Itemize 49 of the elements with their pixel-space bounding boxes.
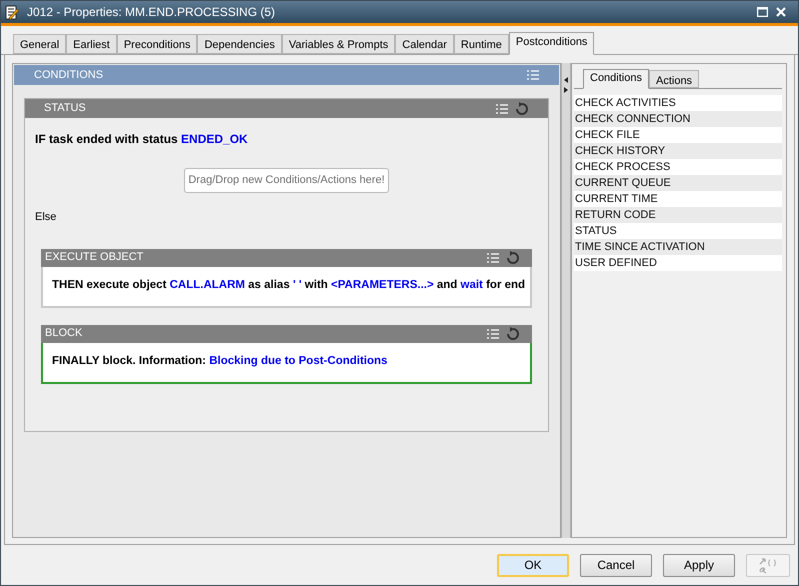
list-item[interactable]: RETURN CODE: [574, 207, 782, 223]
tab[interactable]: General: [13, 34, 66, 54]
list-item[interactable]: CHECK ACTIVITIES: [574, 95, 782, 111]
dialog-button[interactable]: Apply: [663, 554, 735, 576]
list-item[interactable]: CHECK PROCESS: [574, 159, 782, 175]
action-block[interactable]: BLOCK FINALLY block. Information: Blocking due to Post-Conditions: [41, 324, 532, 384]
list-item[interactable]: CHECK CONNECTION: [574, 111, 782, 127]
window-title: J012 - Properties: MM.END.PROCESSING (5): [27, 4, 276, 21]
list-icon[interactable]: [527, 70, 539, 80]
block-title: STATUS: [44, 101, 86, 116]
list-icon[interactable]: [496, 104, 508, 114]
maximize-icon[interactable]: [757, 7, 768, 17]
block-title: EXECUTE OBJECT: [44, 250, 144, 266]
refresh-icon[interactable]: [506, 250, 520, 264]
tab[interactable]: Earliest: [66, 34, 117, 54]
action-sentence: THEN execute object CALL.ALARM as alias ' ' with <PARAMETERS...> and wait for end: [51, 278, 526, 294]
list-icon[interactable]: [487, 328, 499, 338]
tab[interactable]: Actions: [648, 70, 700, 88]
list-item[interactable]: CURRENT QUEUE: [574, 175, 782, 191]
tab[interactable]: Runtime: [454, 34, 509, 54]
drop-zone[interactable]: Drag/Drop new Conditions/Actions here!: [184, 168, 389, 193]
tab[interactable]: Variables & Prompts: [282, 34, 396, 54]
tab[interactable]: Preconditions: [116, 34, 198, 54]
action-sentence: FINALLY block. Information: Blocking due to Post-Conditions: [51, 354, 388, 370]
block-title: BLOCK: [44, 326, 82, 342]
refresh-icon[interactable]: [515, 102, 529, 116]
close-icon[interactable]: [776, 7, 786, 17]
refresh-icon[interactable]: [506, 326, 520, 340]
list-item[interactable]: STATUS: [574, 223, 782, 239]
collapse-left-icon[interactable]: [564, 77, 568, 83]
condition-sentence: IF task ended with status ENDED_OK: [35, 131, 249, 148]
else-label: Else: [35, 210, 58, 225]
tab[interactable]: Dependencies: [197, 34, 282, 54]
dialog-button[interactable]: OK: [497, 554, 569, 576]
list-item[interactable]: CHECK HISTORY: [574, 143, 782, 159]
section-title: CONDITIONS: [34, 68, 104, 83]
list-item[interactable]: CHECK FILE: [574, 127, 782, 143]
tab[interactable]: Calendar: [395, 34, 454, 54]
tab[interactable]: Conditions: [583, 69, 649, 89]
variable-insert-icon: [758, 556, 778, 574]
dialog-button[interactable]: Cancel: [580, 554, 652, 576]
list-item[interactable]: USER DEFINED: [574, 255, 782, 271]
list-item[interactable]: TIME SINCE ACTIVATION: [574, 239, 782, 255]
pencil-document-icon: [5, 4, 19, 20]
list-item[interactable]: CURRENT TIME: [574, 191, 782, 207]
tab[interactable]: Postconditions: [508, 32, 594, 55]
action-block[interactable]: EXECUTE OBJECT THEN execute object CALL.ALARM as alias ' ' with <PARAMETERS...> and wait for end: [41, 248, 532, 308]
expand-right-icon[interactable]: [564, 87, 568, 93]
list-icon[interactable]: [487, 252, 499, 262]
